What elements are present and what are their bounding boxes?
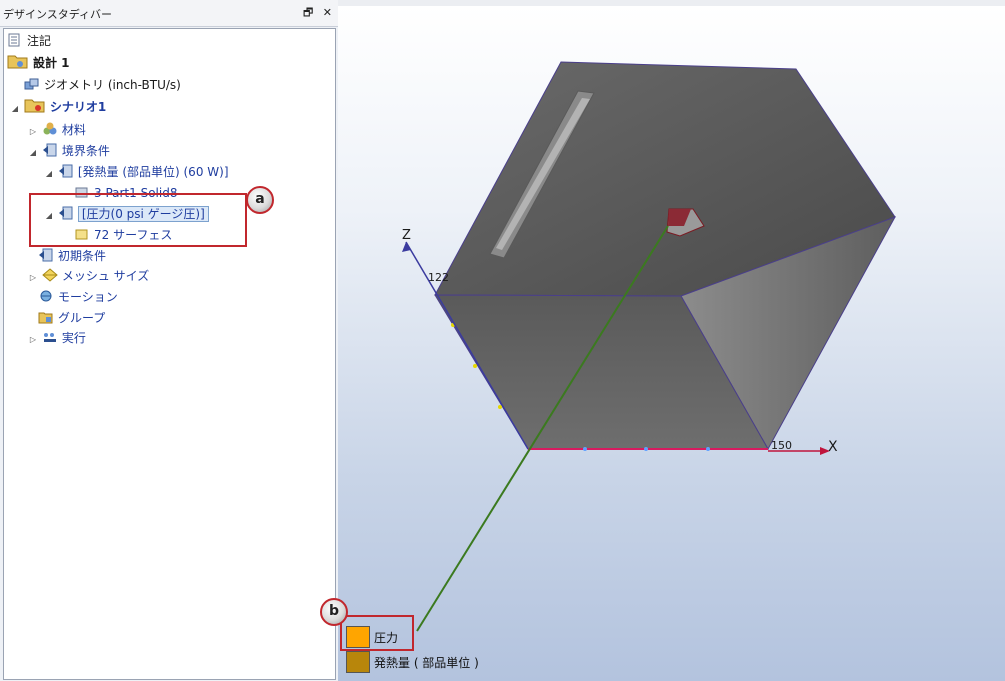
tree-item-scenario[interactable]: ◢ シナリオ1 (10, 97, 106, 117)
tree-item-label: メッシュ サイズ (61, 269, 150, 283)
tree-item-notes[interactable]: 注記 (7, 31, 51, 51)
boundary-icon (38, 248, 54, 262)
tree-item-heat-generation[interactable]: ◢ [発熱量 (部品単位) (60 W)] (44, 162, 229, 182)
mesh-icon (42, 268, 58, 282)
tree-item-initial-conditions[interactable]: 初期条件 (38, 246, 106, 266)
design-study-bar: デザインスタディバー 🗗 ✕ 注記 設計 1 ジオメトリ (inch-BTU/s… (0, 0, 338, 681)
tree-item-design[interactable]: 設計 1 (7, 53, 70, 73)
boundary-icon (42, 143, 58, 157)
tree-item-mesh-size[interactable]: ▷ メッシュ サイズ (28, 266, 149, 286)
collapse-arrow-icon[interactable]: ◢ (44, 164, 54, 184)
legend-swatch-heat (346, 651, 370, 673)
tree-item-boundary-conditions[interactable]: ◢ 境界条件 (28, 141, 110, 161)
pane-title-bar: デザインスタディバー 🗗 ✕ (0, 0, 338, 27)
tree-item-label: [発熱量 (部品単位) (60 W)] (77, 165, 229, 179)
tree-item-label: 実行 (61, 331, 86, 345)
tree-item-label: グループ (58, 311, 106, 325)
design-tree: 注記 設計 1 ジオメトリ (inch-BTU/s) ◢ シナリオ1 ▷ 材料 (3, 28, 336, 680)
tree-item-label: シナリオ1 (49, 100, 107, 114)
note-icon (7, 33, 23, 47)
tree-item-label: ジオメトリ (inch-BTU/s) (44, 78, 181, 92)
legend-label-heat: 発熱量 ( 部品単位 ) (374, 656, 479, 670)
close-button[interactable]: ✕ (323, 6, 332, 19)
collapse-arrow-icon[interactable]: ◢ (10, 99, 20, 119)
tree-item-groups[interactable]: グループ (38, 308, 105, 328)
pane-title: デザインスタディバー (3, 8, 113, 21)
3d-viewport[interactable]: Z 122 X 150 圧力 発熱量 ( 部品単位 ) b (320, 6, 1005, 681)
x-axis-label: X (828, 439, 838, 455)
callout-a-box (29, 193, 247, 247)
materials-icon (42, 122, 58, 136)
expand-arrow-icon[interactable]: ▷ (28, 268, 38, 288)
callout-b-box (340, 615, 414, 651)
motion-icon (38, 289, 54, 303)
tree-item-label: モーション (58, 290, 118, 304)
x-axis-tick: 150 (771, 439, 792, 452)
scenario-folder-icon (24, 97, 46, 113)
tree-item-run[interactable]: ▷ 実行 (28, 328, 86, 348)
tree-item-geometry[interactable]: ジオメトリ (inch-BTU/s) (24, 75, 181, 95)
design-folder-icon (7, 53, 29, 69)
z-axis-tick: 122 (428, 271, 449, 284)
collapse-arrow-icon[interactable]: ◢ (28, 143, 38, 163)
tree-item-label: 設計 1 (33, 56, 70, 70)
geometry-icon (24, 77, 40, 91)
model-view (402, 61, 897, 632)
boundary-icon (58, 164, 74, 178)
tree-item-materials[interactable]: ▷ 材料 (28, 120, 86, 140)
group-icon (38, 310, 54, 324)
tree-item-label: 境界条件 (61, 144, 110, 158)
tree-item-label: 材料 (61, 123, 86, 137)
run-icon (42, 330, 58, 344)
tree-item-motion[interactable]: モーション (38, 287, 118, 307)
tree-item-label: 初期条件 (58, 249, 107, 263)
callout-a-badge: a (246, 186, 274, 214)
expand-arrow-icon[interactable]: ▷ (28, 122, 38, 142)
tree-item-label: 注記 (27, 34, 52, 48)
dock-button[interactable]: 🗗 (303, 6, 313, 19)
expand-arrow-icon[interactable]: ▷ (28, 330, 38, 350)
z-axis-label: Z (402, 228, 411, 243)
callout-b-badge: b (320, 598, 348, 626)
